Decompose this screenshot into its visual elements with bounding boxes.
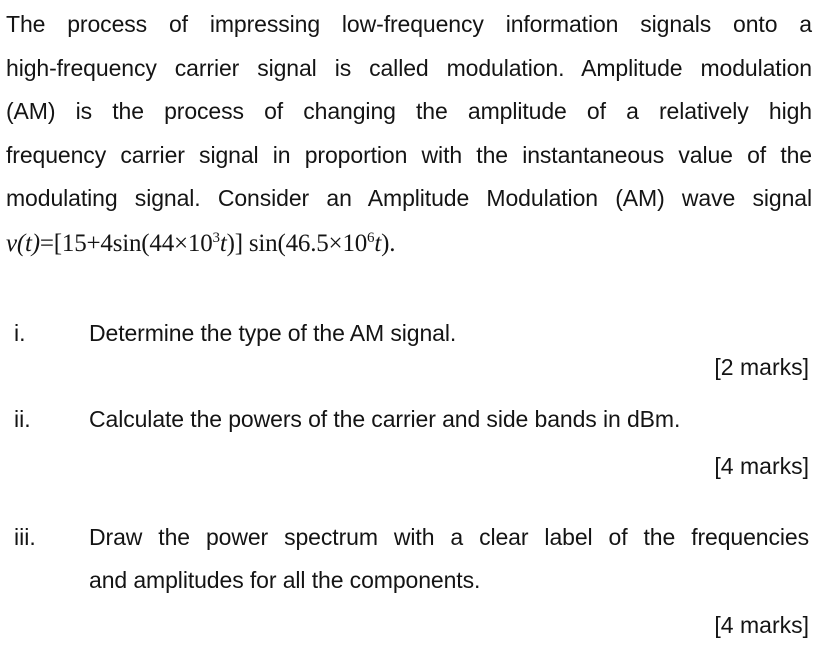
- intro-line: frequency carrier signal in proportion w…: [6, 142, 812, 168]
- intro-line: high-frequency carrier signal is called …: [6, 55, 812, 81]
- question-line: Determine the type of the AM signal.: [89, 320, 457, 346]
- question-line: and amplitudes for all the components.: [89, 567, 481, 593]
- question-line: Draw the power spectrum with a clear lab…: [89, 524, 809, 550]
- question-marks: [2 marks]: [714, 354, 809, 380]
- question-line: Calculate the powers of the carrier and …: [89, 406, 681, 432]
- question-marks: [4 marks]: [714, 453, 809, 479]
- intro-line: (AM) is the process of changing the ampl…: [6, 98, 812, 124]
- question-number: i.: [14, 320, 26, 346]
- intro-line: modulating signal. Consider an Amplitude…: [6, 185, 812, 211]
- formula-part: =[15+4sin(44×10: [39, 230, 213, 257]
- am-signal-formula: v(t)=[15+4sin(44×103t)] sin(46.5×106t).: [6, 222, 395, 265]
- question-text: Determine the type of the AM signal.: [89, 312, 809, 355]
- question-number: iii.: [14, 524, 36, 550]
- question-marks: [4 marks]: [714, 612, 809, 638]
- formula-exponent: 3: [212, 230, 221, 246]
- formula-part: )] sin(46.5×10: [226, 230, 368, 257]
- formula-variable: t: [219, 230, 227, 257]
- question-number: ii.: [14, 406, 31, 432]
- formula-lhs: v(t): [6, 230, 40, 257]
- question-text: Draw the power spectrum with a clear lab…: [89, 516, 809, 602]
- question-text: Calculate the powers of the carrier and …: [89, 398, 809, 441]
- intro-line: The process of impressing low-frequency …: [6, 11, 812, 37]
- formula-part: ).: [381, 230, 396, 257]
